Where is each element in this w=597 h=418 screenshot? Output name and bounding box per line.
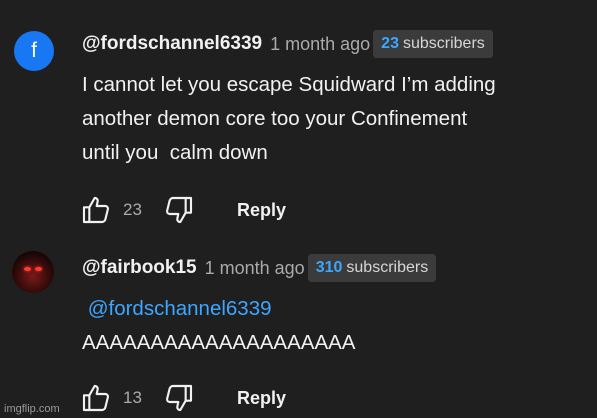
comment-header: @fairbook15 1 month ago 310 subscribers [82, 251, 437, 285]
watermark: imgflip.com [4, 403, 60, 415]
subscriber-badge: 310 subscribers [307, 254, 437, 282]
author-handle[interactable]: @fairbook15 [82, 257, 197, 279]
avatar[interactable]: f [14, 31, 54, 71]
like-count: 13 [123, 388, 142, 407]
timestamp[interactable]: 1 month ago [270, 34, 370, 55]
comment-text: I cannot let you escape Squidward I’m ad… [82, 68, 496, 170]
comment-line: another demon core too your Confinement [82, 107, 468, 130]
reply-button[interactable]: Reply [237, 200, 286, 221]
comment-actions: 23 Reply [78, 192, 286, 228]
subscriber-count: 23 [381, 35, 399, 52]
avatar[interactable] [12, 251, 54, 293]
subscriber-badge: 23 subscribers [373, 30, 493, 58]
mention-link[interactable]: @fordschannel6339 [88, 297, 272, 320]
comment-line: until you calm down [82, 141, 268, 164]
comment-header: @fordschannel6339 1 month ago 23 subscrib… [82, 27, 493, 61]
thumbs-up-icon[interactable] [78, 380, 114, 416]
like-count: 23 [123, 200, 142, 219]
comment-text: @fordschannel6339 AAAAAAAAAAAAAAAAAAAA [82, 292, 355, 360]
subscriber-label: subscribers [402, 35, 485, 52]
subscriber-count: 310 [315, 259, 343, 276]
comment: f @fordschannel6339 1 month ago 23 subscr… [0, 0, 597, 230]
thumbs-up-icon[interactable] [78, 192, 114, 228]
subscriber-label: subscribers [346, 259, 429, 276]
timestamp[interactable]: 1 month ago [205, 258, 305, 279]
comment-line: AAAAAAAAAAAAAAAAAAAA [82, 331, 356, 354]
comment: @fairbook15 1 month ago 310 subscribers @… [0, 230, 597, 418]
comment-line: I cannot let you escape Squidward I’m ad… [82, 73, 496, 96]
comment-actions: 13 Reply [78, 380, 286, 416]
reply-button[interactable]: Reply [237, 388, 286, 409]
avatar-letter: f [31, 39, 37, 62]
thumbs-down-icon[interactable] [161, 380, 197, 416]
author-handle[interactable]: @fordschannel6339 [82, 33, 262, 55]
thumbs-down-icon[interactable] [161, 192, 197, 228]
